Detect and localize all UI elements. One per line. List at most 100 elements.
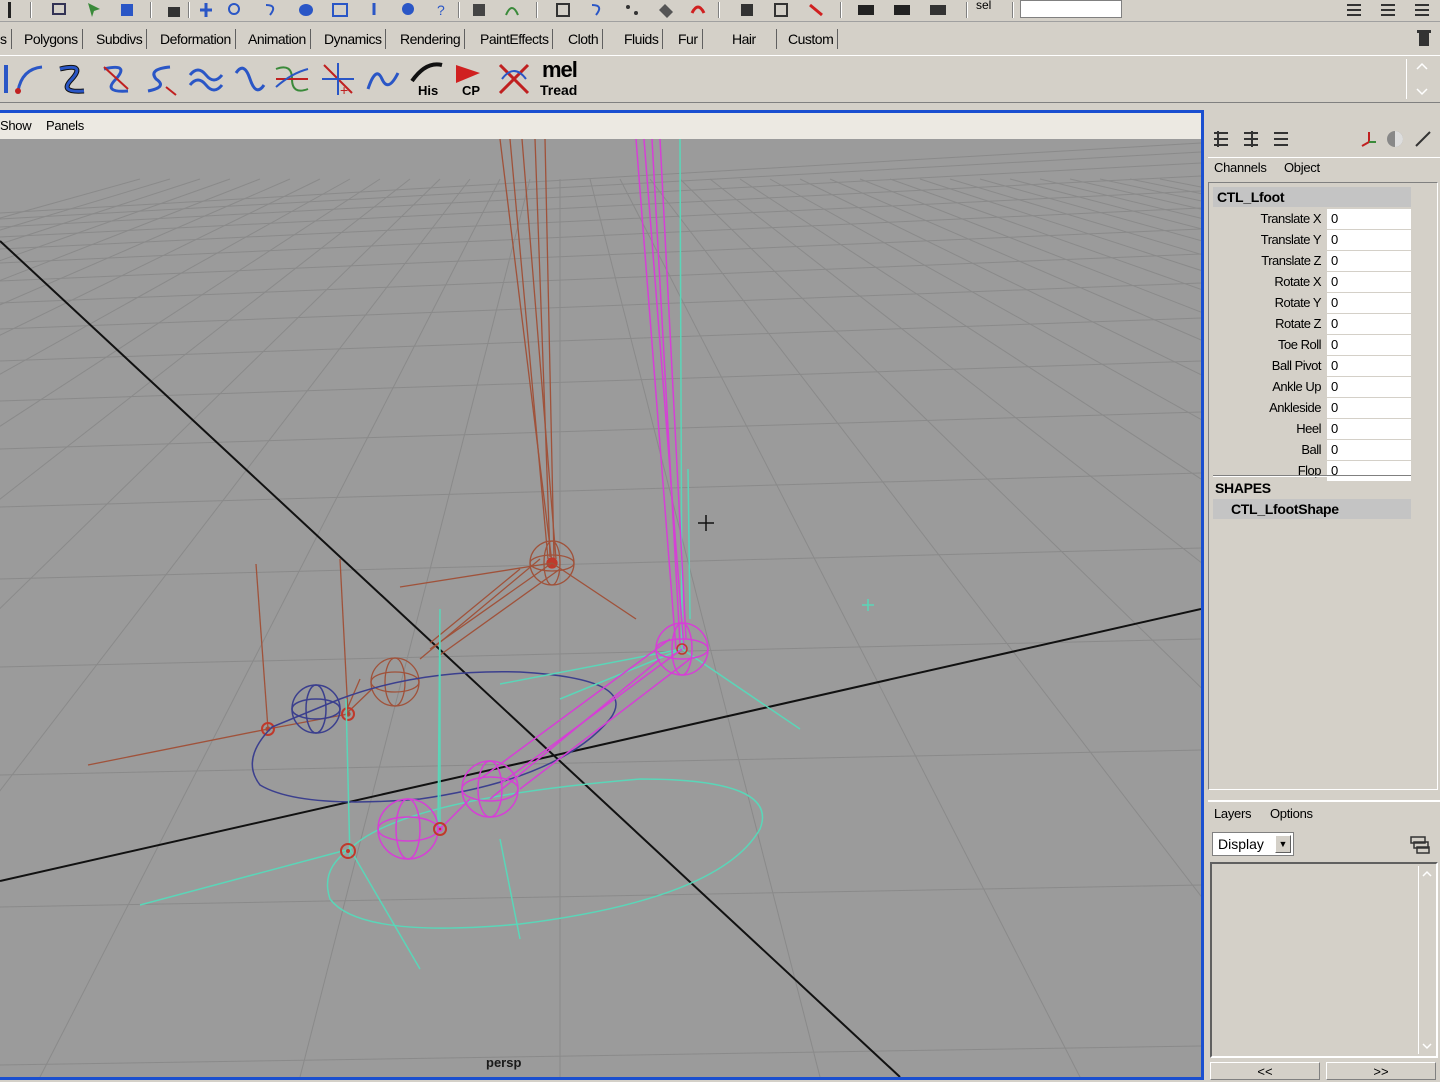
select-mode-icon[interactable] xyxy=(2,1,22,19)
chevron-down-icon[interactable]: ▼ xyxy=(1275,835,1291,853)
channel-value-field[interactable]: 0 xyxy=(1327,398,1411,418)
ik-spline-icon[interactable] xyxy=(10,59,50,99)
channel-value-field[interactable]: 0 xyxy=(1327,377,1411,397)
layer-scrollbar[interactable] xyxy=(1418,866,1434,1054)
channel-value-field[interactable]: 0 xyxy=(1327,335,1411,355)
mask-deformer-icon[interactable] xyxy=(330,1,350,19)
show-channel-box-icon[interactable] xyxy=(928,1,948,19)
channel-value-field[interactable]: 0 xyxy=(1327,230,1411,250)
shelf-tab-fluids[interactable]: Fluids xyxy=(620,29,664,49)
manipulator-icon[interactable] xyxy=(1358,128,1380,150)
channel-row[interactable]: Translate Y 0 xyxy=(1213,230,1411,250)
mask-curve-icon[interactable] xyxy=(262,1,282,19)
channel-row[interactable]: Ball Pivot 0 xyxy=(1213,356,1411,376)
previous-layer-button[interactable]: << xyxy=(1210,1062,1320,1080)
show-tool-settings-icon[interactable] xyxy=(892,1,912,19)
channel-row[interactable]: Rotate X 0 xyxy=(1213,272,1411,292)
mask-dynamics-icon[interactable] xyxy=(364,1,384,19)
channel-name[interactable]: Heel xyxy=(1296,421,1321,436)
new-layer-icon[interactable] xyxy=(1408,832,1432,856)
cluster-icon[interactable] xyxy=(272,59,312,99)
shelf-scroll-arrows[interactable] xyxy=(1406,59,1436,99)
render-icon[interactable] xyxy=(688,1,708,19)
attribute-editor-layout-icon[interactable] xyxy=(1240,128,1262,150)
cv-curve-icon[interactable] xyxy=(52,59,92,99)
channel-row[interactable]: Heel 0 xyxy=(1213,419,1411,439)
select-object-icon[interactable] xyxy=(84,1,104,19)
shelf-tab-fur[interactable]: Fur xyxy=(674,29,703,49)
wave-curve-icon[interactable] xyxy=(186,59,226,99)
layout-icon[interactable] xyxy=(1344,1,1364,19)
menu-panels[interactable]: Panels xyxy=(46,118,84,133)
menu-object[interactable]: Object xyxy=(1284,160,1320,175)
ipr-render-icon[interactable] xyxy=(738,1,758,19)
shelf-tab-cloth[interactable]: Cloth xyxy=(564,29,604,49)
layer-type-select[interactable]: Display ▼ xyxy=(1212,832,1294,856)
channel-box-layout-icon[interactable] xyxy=(1210,128,1232,150)
channel-row[interactable]: Translate X 0 xyxy=(1213,209,1411,229)
channel-value-field[interactable]: 0 xyxy=(1327,440,1411,460)
layer-list[interactable] xyxy=(1210,862,1438,1058)
next-layer-button[interactable]: >> xyxy=(1326,1062,1436,1080)
construction-history-icon[interactable] xyxy=(656,1,676,19)
tool-settings-layout-icon[interactable] xyxy=(1270,128,1292,150)
shelf-tab-custom[interactable]: Custom xyxy=(784,29,839,49)
menu-channels[interactable]: Channels xyxy=(1214,160,1267,175)
channel-value-field[interactable]: 0 xyxy=(1327,209,1411,229)
channel-name[interactable]: Ankleside xyxy=(1269,400,1321,415)
pin-icon[interactable] xyxy=(1412,128,1434,150)
select-hierarchy-icon[interactable] xyxy=(50,1,70,19)
shelf-tab-dynamics[interactable]: Dynamics xyxy=(320,29,387,49)
channel-value-field[interactable]: 0 xyxy=(1327,251,1411,271)
sine-curve-icon[interactable] xyxy=(142,59,182,99)
snap-curve-icon[interactable] xyxy=(502,1,522,19)
bend-curve-icon[interactable] xyxy=(230,59,270,99)
perspective-view[interactable]: persp xyxy=(0,139,1201,1077)
channel-name[interactable]: Rotate X xyxy=(1274,274,1321,289)
trash-icon[interactable] xyxy=(1416,28,1432,48)
channel-name[interactable]: Toe Roll xyxy=(1278,337,1321,352)
channel-name[interactable]: Translate Y xyxy=(1261,232,1322,247)
channel-row[interactable]: Ball 0 xyxy=(1213,440,1411,460)
shelf-tab-painteffects[interactable]: PaintEffects xyxy=(476,29,554,49)
shelf-tab-subdivs[interactable]: Subdivs xyxy=(92,29,148,49)
channel-name[interactable]: Ball xyxy=(1301,442,1321,457)
outliner-layout-icon[interactable] xyxy=(1378,1,1398,19)
shelf-tab-polygons[interactable]: Polygons xyxy=(20,29,83,49)
channel-row[interactable]: Toe Roll 0 xyxy=(1213,335,1411,355)
sphere-icon[interactable] xyxy=(1384,128,1406,150)
channel-value-field[interactable]: 0 xyxy=(1327,272,1411,292)
mask-joint-icon[interactable] xyxy=(226,1,246,19)
menu-layers[interactable]: Layers xyxy=(1214,806,1252,821)
channel-row[interactable]: Translate Z 0 xyxy=(1213,251,1411,271)
shelf-tab-rendering[interactable]: Rendering xyxy=(396,29,466,49)
shelf-tab-surfaces[interactable]: s xyxy=(0,29,12,49)
make-live-icon[interactable] xyxy=(622,1,642,19)
selected-object-name[interactable]: CTL_Lfoot xyxy=(1213,187,1411,207)
history-button[interactable]: His xyxy=(406,59,446,99)
channel-value-field[interactable]: 0 xyxy=(1327,356,1411,376)
channel-row[interactable]: Ankle Up 0 xyxy=(1213,377,1411,397)
channel-layout-icon[interactable] xyxy=(1412,1,1432,19)
show-attribute-editor-icon[interactable] xyxy=(856,1,876,19)
channel-name[interactable]: Ankle Up xyxy=(1272,379,1321,394)
channel-name[interactable]: Translate X xyxy=(1261,211,1322,226)
channel-name[interactable]: Ball Pivot xyxy=(1272,358,1322,373)
delete-history-icon[interactable] xyxy=(494,59,534,99)
menu-options[interactable]: Options xyxy=(1270,806,1313,821)
channel-name[interactable]: Translate Z xyxy=(1261,253,1321,268)
channel-value-field[interactable]: 0 xyxy=(1327,461,1411,481)
scene-canvas[interactable] xyxy=(0,139,1201,1077)
menu-show[interactable]: Show xyxy=(0,118,32,133)
pivot-curve-icon[interactable]: + xyxy=(318,59,358,99)
quick-selection-field[interactable] xyxy=(1020,0,1122,18)
mask-rendering-icon[interactable] xyxy=(398,1,418,19)
channel-row[interactable]: Rotate Y 0 xyxy=(1213,293,1411,313)
channel-row[interactable]: Ankleside 0 xyxy=(1213,398,1411,418)
ep-curve-icon[interactable] xyxy=(96,59,136,99)
hypershade-icon[interactable] xyxy=(806,1,826,19)
snap-point-icon[interactable] xyxy=(554,1,574,19)
render-settings-icon[interactable] xyxy=(772,1,792,19)
snap-grid-icon[interactable] xyxy=(470,1,490,19)
shelf-tab-animation[interactable]: Animation xyxy=(244,29,311,49)
